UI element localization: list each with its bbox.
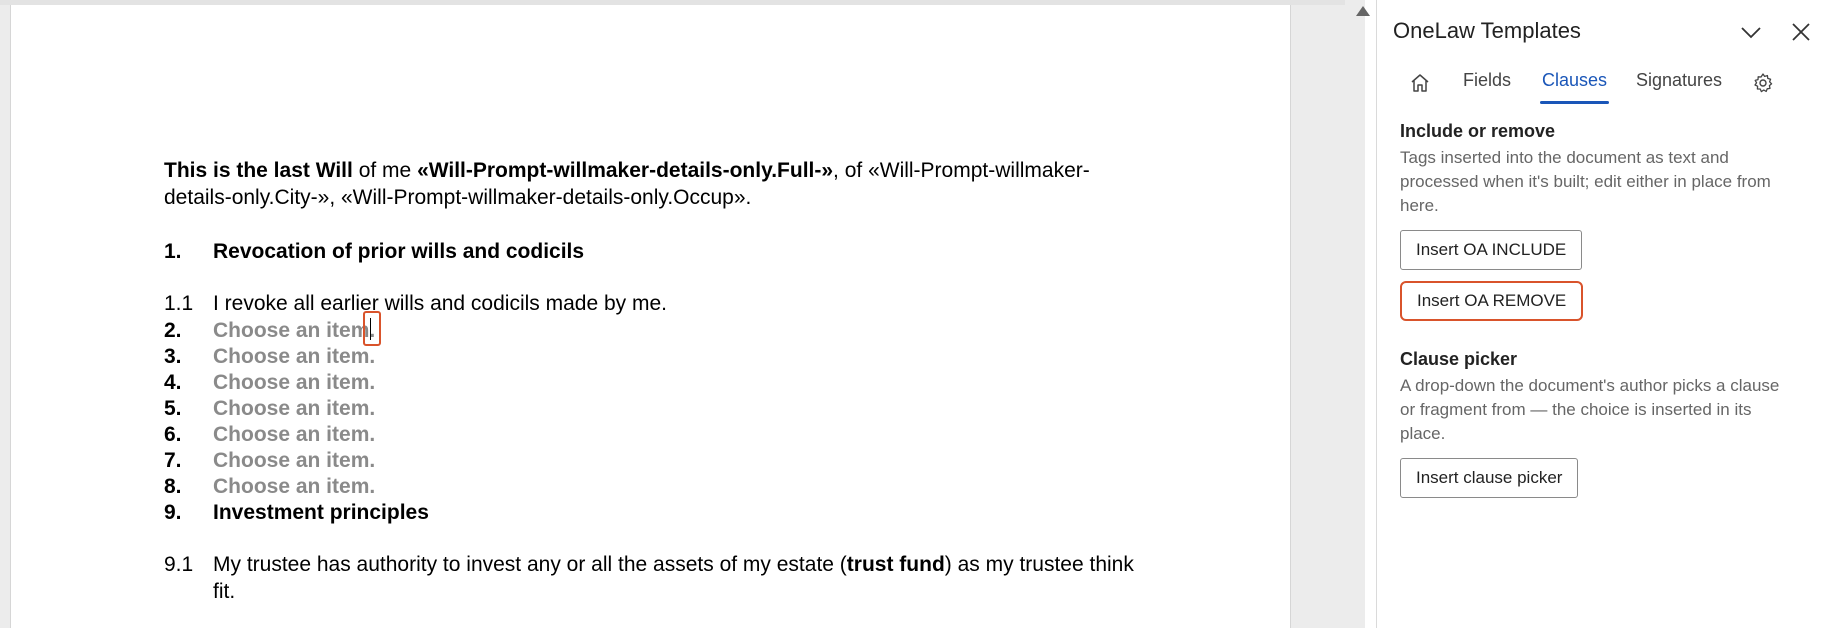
intro-line-2[interactable]: details-only.City-», «Will-Prompt-willma… bbox=[164, 186, 751, 210]
clause-picker-description: A drop-down the document's author picks … bbox=[1400, 374, 1810, 446]
description-line: Tags inserted into the document as text … bbox=[1400, 148, 1729, 167]
vertical-scrollbar[interactable] bbox=[1345, 0, 1365, 628]
clause-number: 9.1 bbox=[164, 553, 194, 576]
choose-item-dropdown[interactable]: Choose an item. bbox=[213, 371, 375, 395]
document-page[interactable] bbox=[10, 5, 1291, 628]
tab-fields[interactable]: Fields bbox=[1463, 70, 1511, 101]
panel-title: OneLaw Templates bbox=[1393, 18, 1581, 43]
list-item-number: 5. bbox=[164, 397, 182, 420]
choose-item-dropdown[interactable]: Choose an item. bbox=[213, 345, 375, 369]
list-item-number: 7. bbox=[164, 449, 182, 472]
insert-oa-include-button[interactable]: Insert OA INCLUDE bbox=[1400, 230, 1583, 270]
text-cursor bbox=[370, 318, 371, 340]
section-number: 1. bbox=[164, 240, 182, 263]
intro-bold-1: This is the last Will bbox=[164, 159, 353, 182]
intro-text-2: , of «Will-Prompt-willmaker- bbox=[833, 159, 1090, 182]
intro-merge-field-full[interactable]: «Will-Prompt-willmaker-details-only.Full… bbox=[417, 159, 833, 182]
home-icon bbox=[1411, 74, 1429, 92]
collapse-pane-button[interactable] bbox=[1737, 18, 1765, 46]
description-line: here. bbox=[1400, 196, 1439, 215]
list-item-number: 3. bbox=[164, 345, 182, 368]
defined-term: trust fund bbox=[846, 553, 945, 576]
choose-item-dropdown[interactable]: Choose an item. bbox=[213, 449, 375, 473]
description-line: or fragment from — the choice is inserte… bbox=[1400, 400, 1752, 419]
document-area[interactable]: This is the last Will of me «Will-Prompt… bbox=[0, 0, 1350, 628]
clause-text[interactable]: I revoke all earlier wills and codicils … bbox=[213, 292, 667, 316]
clause-number: 1.1 bbox=[164, 292, 194, 315]
clause-text[interactable]: My trustee has authority to invest any o… bbox=[213, 553, 1134, 577]
intro-text-1: of me bbox=[352, 159, 418, 182]
include-remove-heading: Include or remove bbox=[1400, 121, 1556, 141]
section-number: 9. bbox=[164, 501, 182, 524]
insert-clause-picker-button[interactable]: Insert clause picker bbox=[1400, 458, 1579, 498]
scroll-up-arrow-icon[interactable] bbox=[1356, 6, 1370, 16]
clause-text-continued[interactable]: fit. bbox=[213, 580, 235, 604]
choose-item-dropdown[interactable]: Choose an item. bbox=[213, 475, 375, 499]
close-icon bbox=[1792, 23, 1810, 41]
include-remove-description: Tags inserted into the document as text … bbox=[1400, 146, 1810, 218]
description-line: place. bbox=[1400, 424, 1446, 443]
description-line: processed when it's built; edit either i… bbox=[1400, 172, 1771, 191]
list-item-number: 8. bbox=[164, 475, 182, 498]
choose-item-dropdown[interactable]: Choose an item. bbox=[213, 319, 375, 343]
insert-oa-remove-button[interactable]: Insert OA REMOVE bbox=[1400, 281, 1584, 321]
tab-clauses[interactable]: Clauses bbox=[1539, 70, 1610, 104]
section-heading[interactable]: Revocation of prior wills and codicils bbox=[213, 240, 584, 264]
chevron-down-icon bbox=[1741, 27, 1761, 39]
tab-settings[interactable] bbox=[1752, 72, 1774, 109]
close-pane-button[interactable] bbox=[1787, 18, 1815, 46]
list-item-number: 4. bbox=[164, 371, 182, 394]
intro-line-1[interactable]: This is the last Will of me «Will-Prompt… bbox=[164, 159, 1090, 183]
choose-item-dropdown[interactable]: Choose an item. bbox=[213, 397, 375, 421]
list-item-number: 2. bbox=[164, 319, 182, 342]
clause-text-part: ) as my trustee think bbox=[944, 553, 1134, 576]
choose-item-dropdown[interactable]: Choose an item. bbox=[213, 423, 375, 447]
panel-tabs: Fields Clauses Signatures bbox=[1377, 70, 1826, 110]
content-control-highlight bbox=[363, 311, 381, 346]
onelaw-task-pane: OneLaw Templates Fields Clauses Signatur… bbox=[1377, 0, 1826, 628]
description-line: A drop-down the document's author picks … bbox=[1400, 376, 1780, 395]
list-item-number: 6. bbox=[164, 423, 182, 446]
clause-picker-heading: Clause picker bbox=[1400, 349, 1518, 369]
gear-icon bbox=[1754, 73, 1773, 93]
tab-signatures[interactable]: Signatures bbox=[1636, 70, 1722, 101]
section-heading[interactable]: Investment principles bbox=[213, 501, 429, 525]
tab-home[interactable] bbox=[1409, 72, 1431, 109]
clause-text-part: My trustee has authority to invest any o… bbox=[213, 553, 847, 576]
